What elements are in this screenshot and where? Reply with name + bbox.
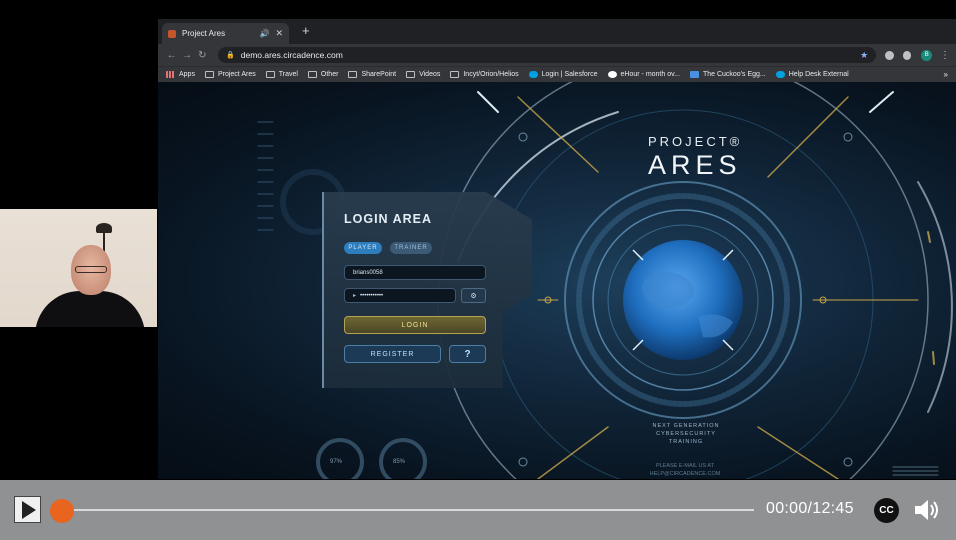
speaker-icon[interactable]: 🔊 bbox=[259, 29, 269, 38]
bookmark-videos[interactable]: Videos bbox=[406, 71, 440, 78]
salesforce-icon bbox=[528, 71, 538, 78]
show-password-button[interactable]: ⚙ bbox=[461, 288, 486, 303]
bookmark-incyt[interactable]: Incyt/Orion/Helios bbox=[450, 71, 519, 78]
time-display: 00:00/12:45 bbox=[766, 500, 854, 517]
close-icon[interactable]: ✕ bbox=[275, 28, 283, 39]
login-panel: LOGIN AREA PLAYER TRAINER brians0058 ▸ •… bbox=[322, 192, 532, 388]
bookmark-salesforce[interactable]: Login | Salesforce bbox=[528, 71, 598, 78]
bookmarks-bar: Apps Project Ares Travel Other SharePoin… bbox=[158, 66, 956, 82]
brand-project: PROJECT® bbox=[648, 134, 743, 149]
username-field[interactable]: brians0058 bbox=[344, 265, 486, 280]
folder-icon bbox=[406, 71, 416, 78]
address-bar[interactable]: 🔒 demo.ares.circadence.com ★ bbox=[218, 47, 877, 63]
bookmark-cuckoos-egg[interactable]: The Cuckoo's Egg... bbox=[689, 71, 766, 78]
help-button[interactable]: ? bbox=[449, 345, 486, 363]
password-field[interactable]: ▸ ••••••••••• bbox=[344, 288, 456, 303]
more-bookmarks-icon[interactable]: » bbox=[944, 70, 948, 79]
bookmark-travel[interactable]: Travel bbox=[265, 71, 298, 78]
hud-decoration bbox=[257, 82, 953, 479]
password-value: ••••••••••• bbox=[360, 292, 384, 299]
profile-avatar[interactable]: B bbox=[921, 49, 933, 61]
apps-icon bbox=[166, 71, 175, 78]
presenter-body bbox=[35, 291, 145, 327]
bookmark-ehour[interactable]: eHour - month ov... bbox=[607, 71, 680, 78]
role-player-toggle[interactable]: PLAYER bbox=[344, 242, 382, 254]
browser-tab[interactable]: Project Ares 🔊 ✕ bbox=[162, 23, 289, 44]
bookmark-help-desk[interactable]: Help Desk External bbox=[775, 71, 849, 78]
gauge-left-value: 97% bbox=[330, 459, 343, 465]
bookmark-icon bbox=[689, 71, 699, 78]
google-icon bbox=[607, 71, 617, 78]
login-button[interactable]: LOGIN bbox=[344, 316, 486, 334]
back-arrow-icon[interactable]: ← bbox=[164, 50, 179, 61]
folder-icon bbox=[307, 71, 317, 78]
video-controls: 00:00/12:45 CC bbox=[0, 480, 956, 540]
folder-icon bbox=[450, 71, 460, 78]
salesforce-icon bbox=[775, 71, 785, 78]
new-tab-button[interactable]: + bbox=[302, 24, 310, 38]
closed-captions-button[interactable]: CC bbox=[874, 498, 899, 523]
star-icon[interactable]: ★ bbox=[860, 50, 868, 61]
brand-ares-logo: ARES bbox=[648, 150, 742, 180]
username-value: brians0058 bbox=[353, 269, 383, 276]
progress-knob[interactable] bbox=[50, 499, 74, 523]
register-button[interactable]: REGISTER bbox=[344, 345, 441, 363]
bookmark-sharepoint[interactable]: SharePoint bbox=[348, 71, 396, 78]
bookmark-apps[interactable]: Apps bbox=[166, 71, 195, 78]
menu-kebab-icon[interactable]: ⋮ bbox=[940, 50, 950, 61]
webcam-feed bbox=[0, 209, 157, 327]
tab-title: Project Ares bbox=[182, 29, 226, 38]
tagline: NEXT GENERATION CYBERSECURITY TRAINING bbox=[652, 423, 720, 445]
favicon-icon bbox=[168, 29, 176, 38]
folder-icon bbox=[348, 71, 358, 78]
play-icon bbox=[22, 500, 36, 519]
gauge-right-value: 85% bbox=[393, 459, 406, 465]
key-icon: ▸ bbox=[353, 293, 357, 299]
browser-toolbar: ← → ↻ 🔒 demo.ares.circadence.com ★ B ⋮ bbox=[158, 44, 956, 66]
login-title: LOGIN AREA bbox=[344, 212, 433, 226]
url-text: demo.ares.circadence.com bbox=[240, 50, 343, 60]
extension-icon[interactable] bbox=[885, 50, 894, 60]
progress-track[interactable] bbox=[62, 509, 754, 511]
play-button[interactable] bbox=[14, 496, 41, 523]
volume-icon[interactable] bbox=[912, 496, 940, 524]
forward-arrow-icon[interactable]: → bbox=[179, 50, 194, 61]
lock-icon[interactable]: 🔒 bbox=[226, 51, 235, 59]
project-ares-page: LOGIN AREA PLAYER TRAINER brians0058 ▸ •… bbox=[158, 82, 956, 479]
extension-icon[interactable] bbox=[902, 50, 912, 60]
folder-icon bbox=[204, 71, 214, 78]
bookmark-project-ares[interactable]: Project Ares bbox=[204, 71, 256, 78]
tab-bar: Project Ares 🔊 ✕ + bbox=[158, 19, 956, 44]
bookmark-other[interactable]: Other bbox=[307, 71, 338, 78]
reload-icon[interactable]: ↻ bbox=[195, 50, 210, 61]
browser-window: Project Ares 🔊 ✕ + ← → ↻ 🔒 demo.ares.cir… bbox=[158, 19, 956, 479]
contact-text: PLEASE E-MAIL US AT HELP@CIRCADENCE.COM bbox=[649, 463, 721, 477]
role-trainer-toggle[interactable]: TRAINER bbox=[390, 242, 432, 254]
folder-icon bbox=[265, 71, 275, 78]
